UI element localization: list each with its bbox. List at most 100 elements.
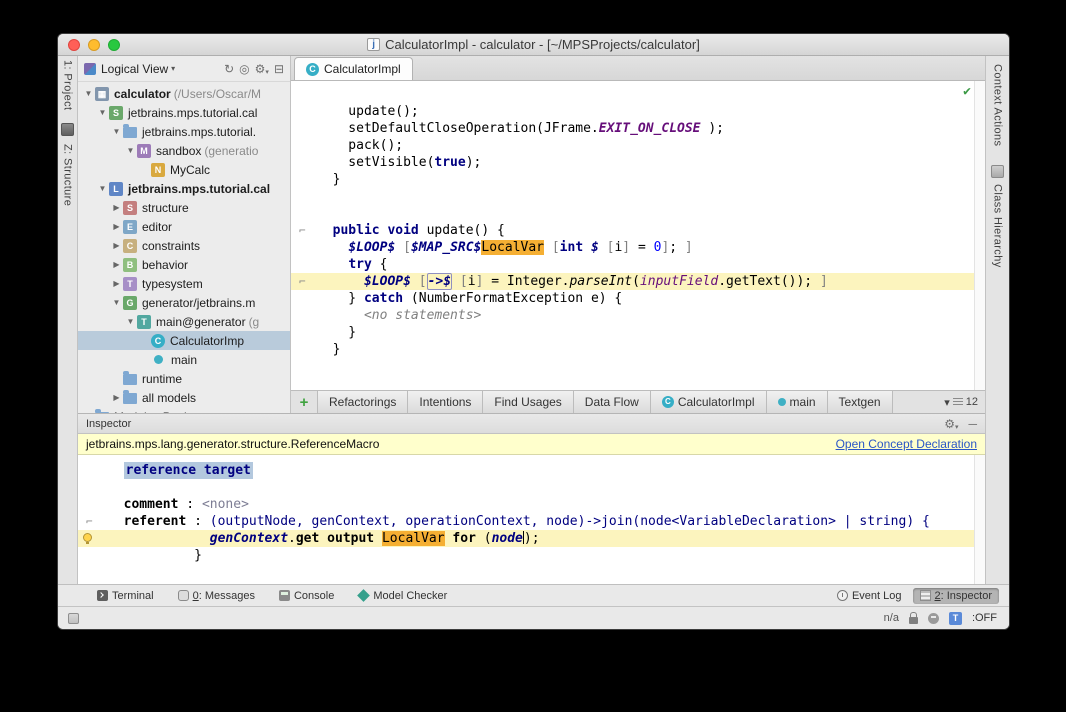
code-line[interactable]: comment : <none> <box>78 496 985 513</box>
toolwindow-tab-class-hierarchy[interactable]: Class Hierarchy <box>992 184 1004 273</box>
lock-icon[interactable] <box>909 617 918 624</box>
code-line[interactable]: setVisible(true); <box>291 154 985 171</box>
toolwindow-toggle-icon[interactable] <box>68 613 79 624</box>
toolwindow-button-model-checker[interactable]: Model Checker <box>351 588 454 604</box>
tree-item[interactable]: ▼Ljetbrains.mps.tutorial.cal <box>78 179 290 198</box>
tree-item[interactable]: ▶Ttypesystem <box>78 274 290 293</box>
editor-bottom-tab-intentions[interactable]: Intentions <box>407 391 482 413</box>
code-line[interactable]: $LOOP$ [$MAP_SRC$LocalVar [int $ [i] = 0… <box>291 239 985 256</box>
chevron-collapsed-icon[interactable]: ▶ <box>110 260 123 269</box>
typesystem-toggle-icon[interactable]: T <box>949 612 962 625</box>
intention-bulb-icon[interactable] <box>83 533 92 542</box>
title-bar[interactable]: j CalculatorImpl - calculator - [~/MPSPr… <box>58 34 1009 56</box>
editor-gutter: ⌐ <box>291 273 317 290</box>
editor-tab-calculatorimpl[interactable]: C CalculatorImpl <box>294 57 413 80</box>
hide-panel-icon[interactable]: ─ <box>968 417 977 431</box>
code-line[interactable] <box>78 479 985 496</box>
tree-item[interactable]: ▶Eeditor <box>78 217 290 236</box>
chevron-expanded-icon[interactable]: ▼ <box>96 184 109 193</box>
editor-bottom-tab-data-flow[interactable]: Data Flow <box>573 391 650 413</box>
editor-bottom-tab-textgen[interactable]: Textgen <box>827 391 893 413</box>
project-tool-icon[interactable] <box>61 123 74 136</box>
toolwindow-tab-structure[interactable]: Z: Structure <box>62 144 74 211</box>
tree-item[interactable]: ▼Tmain@generator (g <box>78 312 290 331</box>
code-line[interactable]: ⌐ public void update() { <box>291 222 985 239</box>
view-selector-dropdown[interactable]: Logical View ▾ <box>101 62 175 76</box>
editor-bottom-tab-refactorings[interactable]: Refactorings <box>317 391 407 413</box>
editor-bottom-tab-find-usages[interactable]: Find Usages <box>482 391 572 413</box>
chevron-expanded-icon[interactable]: ▼ <box>110 127 123 136</box>
code-line[interactable]: try { <box>291 256 985 273</box>
fold-marker-icon[interactable]: ⌐ <box>86 513 93 530</box>
collapse-all-icon[interactable]: ⊟ <box>274 62 284 76</box>
code-line[interactable]: genContext.get output LocalVar for (node… <box>78 530 985 547</box>
toolwindow-tab-context-actions[interactable]: Context Actions <box>992 64 1004 151</box>
chevron-collapsed-icon[interactable]: ▶ <box>110 393 123 402</box>
code-line[interactable]: } <box>78 547 985 564</box>
toolwindow-button-terminal[interactable]: Terminal <box>90 588 161 604</box>
hidden-tabs-indicator[interactable]: ▾ 12 <box>937 391 985 413</box>
chevron-collapsed-icon[interactable]: ▶ <box>110 279 123 288</box>
code-line[interactable] <box>291 205 985 222</box>
tree-item[interactable]: ▶Sstructure <box>78 198 290 217</box>
inspector-scrollbar[interactable] <box>974 455 985 584</box>
code-line[interactable]: } <box>291 341 985 358</box>
tree-item[interactable]: ▶Cconstraints <box>78 236 290 255</box>
inspector-settings-icon[interactable]: ⚙▾ <box>944 417 958 431</box>
toolwindow-button-event-log[interactable]: Event Log <box>830 588 909 604</box>
code-line[interactable]: } <box>291 171 985 188</box>
tree-item[interactable]: main <box>78 350 290 369</box>
tree-item[interactable]: ▶Bbehavior <box>78 255 290 274</box>
chevron-expanded-icon[interactable]: ▼ <box>110 298 123 307</box>
sync-icon[interactable]: ↻ <box>224 62 234 76</box>
chevron-collapsed-icon[interactable]: ▶ <box>110 222 123 231</box>
editor-bottom-tab-calculatorimpl[interactable]: CCalculatorImpl <box>650 391 766 413</box>
code-line[interactable]: ⌐ $LOOP$ [->$ [i] = Integer.parseInt(inp… <box>291 273 985 290</box>
tree-item[interactable]: NMyCalc <box>78 160 290 179</box>
locate-icon[interactable]: ◎ <box>239 62 249 76</box>
zoom-button[interactable] <box>108 39 120 51</box>
settings-icon[interactable]: ⚙▾ <box>255 62 269 76</box>
code-line[interactable]: reference target <box>78 462 985 479</box>
add-aspect-button[interactable]: + <box>291 391 317 413</box>
toolwindow-button-2-inspector[interactable]: 2: Inspector <box>913 588 999 604</box>
code-line[interactable]: } <box>291 324 985 341</box>
close-button[interactable] <box>68 39 80 51</box>
code-line[interactable]: } catch (NumberFormatException e) { <box>291 290 985 307</box>
tree-item[interactable]: ▼▦calculator (/Users/Oscar/M <box>78 84 290 103</box>
code-line[interactable]: <no statements> <box>291 307 985 324</box>
toolwindow-button-0-messages[interactable]: 0: Messages <box>171 588 262 604</box>
code-editor[interactable]: update(); setDefaultCloseOperation(JFram… <box>291 81 985 390</box>
tree-item[interactable]: ▼Msandbox (generatio <box>78 141 290 160</box>
inspector-editor[interactable]: reference target comment : <none>⌐ refer… <box>78 455 985 584</box>
chevron-collapsed-icon[interactable]: ▶ <box>110 203 123 212</box>
open-concept-declaration-link[interactable]: Open Concept Declaration <box>836 437 977 451</box>
chevron-expanded-icon[interactable]: ▼ <box>124 317 137 326</box>
code-line[interactable] <box>291 188 985 205</box>
chevron-expanded-icon[interactable]: ▼ <box>124 146 137 155</box>
fold-marker-icon[interactable]: ⌐ <box>299 222 306 239</box>
inspections-profile-icon[interactable] <box>928 613 939 624</box>
minimize-button[interactable] <box>88 39 100 51</box>
tree-item[interactable]: runtime <box>78 369 290 388</box>
chevron-collapsed-icon[interactable]: ▶ <box>110 241 123 250</box>
fold-marker-icon[interactable]: ⌐ <box>299 273 306 290</box>
inspections-status-icon[interactable]: ✔ <box>963 83 971 100</box>
code-line[interactable]: setDefaultCloseOperation(JFrame.EXIT_ON_… <box>291 120 985 137</box>
code-line[interactable] <box>291 86 985 103</box>
editor-scrollbar[interactable] <box>974 81 985 390</box>
tree-item[interactable]: ▼Sjetbrains.mps.tutorial.cal <box>78 103 290 122</box>
toolwindow-tab-project[interactable]: 1: Project <box>62 60 74 115</box>
tree-item[interactable]: ▶all models <box>78 388 290 407</box>
code-line[interactable]: pack(); <box>291 137 985 154</box>
code-line[interactable]: update(); <box>291 103 985 120</box>
chevron-expanded-icon[interactable]: ▼ <box>82 89 95 98</box>
toolwindow-button-console[interactable]: Console <box>272 588 341 604</box>
tree-item[interactable]: ▼Ggenerator/jetbrains.m <box>78 293 290 312</box>
chevron-expanded-icon[interactable]: ▼ <box>96 108 109 117</box>
tree-item[interactable]: CCalculatorImp <box>78 331 290 350</box>
tree-item[interactable]: ▼jetbrains.mps.tutorial. <box>78 122 290 141</box>
code-line[interactable]: ⌐ referent : (outputNode, genContext, op… <box>78 513 985 530</box>
editor-bottom-tab-main[interactable]: main <box>766 391 827 413</box>
class-hierarchy-icon[interactable] <box>991 165 1004 178</box>
